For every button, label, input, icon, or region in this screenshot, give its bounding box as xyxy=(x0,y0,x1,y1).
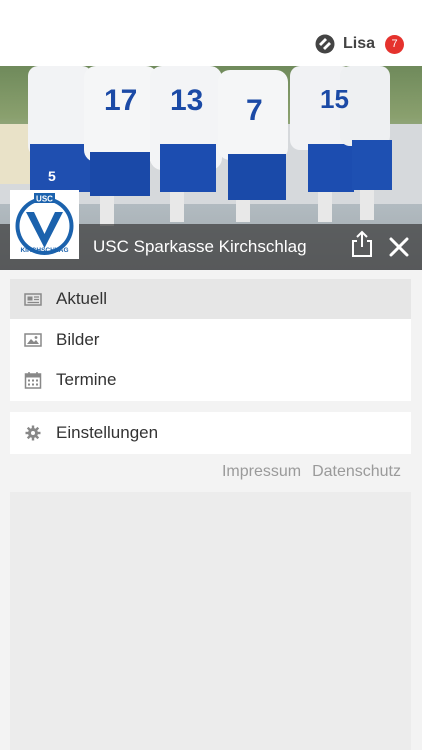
menu-item-bilder[interactable]: Bilder xyxy=(10,320,411,360)
close-icon[interactable] xyxy=(386,234,412,260)
club-logo: USC KIRCHSCHLAG xyxy=(10,190,79,259)
club-logo-text-bottom: KIRCHSCHLAG xyxy=(20,247,68,254)
app-logo-icon xyxy=(315,34,335,54)
menu-item-label: Aktuell xyxy=(56,289,108,308)
datenschutz-link[interactable]: Datenschutz xyxy=(312,463,401,481)
jersey-number: 5 xyxy=(48,168,56,184)
jersey-number: 15 xyxy=(320,84,349,114)
image-icon xyxy=(24,333,42,347)
newspaper-icon xyxy=(24,293,42,306)
user-name: Lisa xyxy=(342,35,375,52)
calendar-icon xyxy=(24,372,42,389)
club-name: USC Sparkasse Kirchschlag xyxy=(93,237,307,256)
main-menu: Aktuell Bilder Termine xyxy=(10,279,411,401)
menu-item-einstellungen[interactable]: Einstellungen xyxy=(10,413,411,453)
jersey-number: 7 xyxy=(246,94,263,127)
gear-icon xyxy=(25,425,41,441)
menu-item-label: Einstellungen xyxy=(56,423,159,442)
menu-item-label: Bilder xyxy=(56,330,100,349)
club-logo-text-top: USC xyxy=(36,195,53,204)
menu-item-label: Termine xyxy=(56,370,117,389)
jersey-number: 13 xyxy=(170,84,203,117)
user-account[interactable]: Lisa 7 xyxy=(315,32,404,56)
jersey-number: 17 xyxy=(104,84,137,117)
share-icon[interactable] xyxy=(349,230,375,258)
top-bar: Lisa 7 xyxy=(0,0,422,66)
menu-item-aktuell[interactable]: Aktuell xyxy=(10,279,411,319)
footer-links: Impressum Datenschutz xyxy=(222,463,401,481)
menu-item-termine[interactable]: Termine xyxy=(10,360,411,400)
content-area xyxy=(10,492,411,750)
impressum-link[interactable]: Impressum xyxy=(222,463,301,481)
settings-menu: Einstellungen xyxy=(10,412,411,454)
notification-badge[interactable]: 7 xyxy=(385,34,404,54)
